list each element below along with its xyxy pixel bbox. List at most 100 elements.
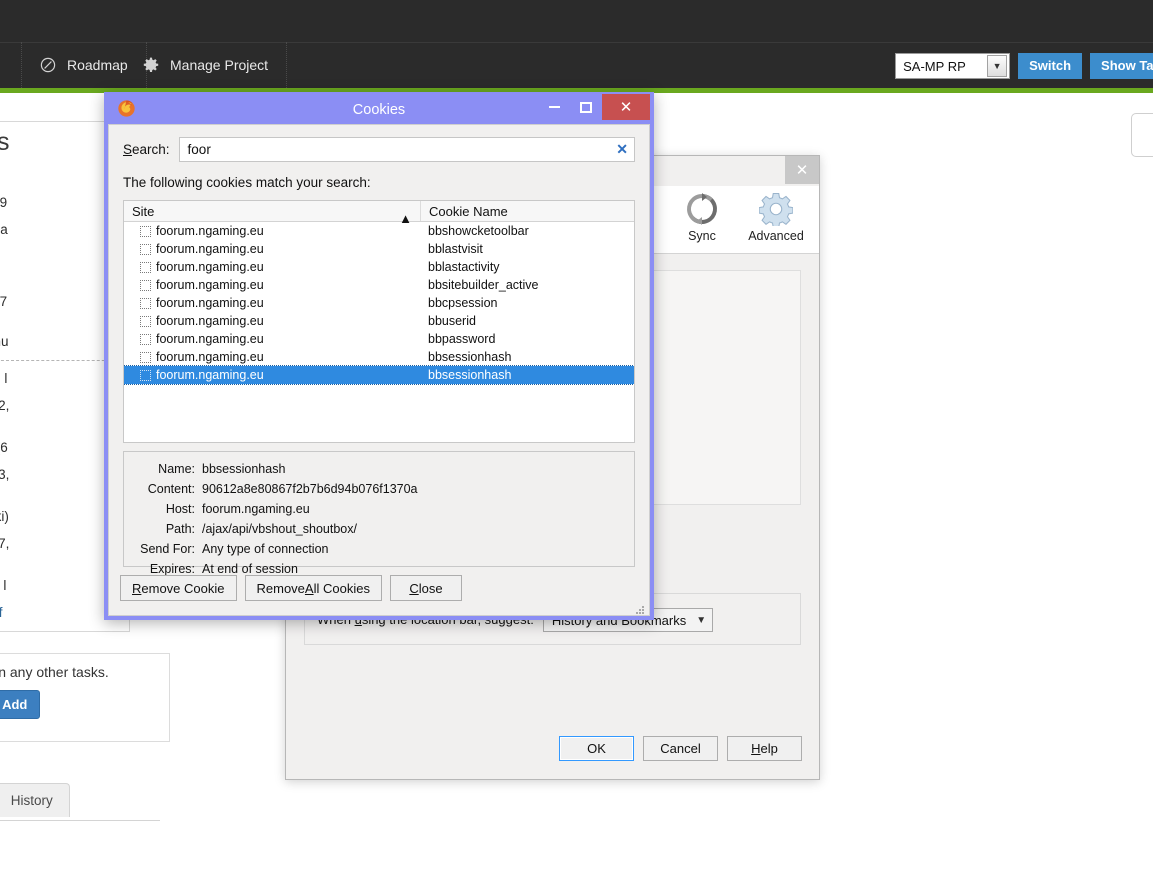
cell-cookie-name: bblastactivity xyxy=(428,260,500,274)
table-row[interactable]: foorum.ngaming.eu bbsessionhash xyxy=(124,348,634,366)
table-row[interactable]: foorum.ngaming.eu bblastactivity xyxy=(124,258,634,276)
cell-cookie-name: bbcpsession xyxy=(428,296,498,310)
remove-all-cookies-button[interactable]: Remove All Cookies xyxy=(244,575,382,601)
cell-site: foorum.ngaming.eu xyxy=(124,296,420,310)
circle-slash-icon xyxy=(40,57,56,73)
cell-site: foorum.ngaming.eu xyxy=(124,368,420,382)
table-row[interactable]: foorum.ngaming.eu bbcpsession xyxy=(124,294,634,312)
sync-icon xyxy=(665,189,739,229)
table-row[interactable]: foorum.ngaming.eu bbpassword xyxy=(124,330,634,348)
checkbox-icon[interactable] xyxy=(140,279,151,291)
options-tab-sync[interactable]: Sync xyxy=(665,186,739,253)
app-header: Roadmap Manage Project SA-MP RP ▼ Switch… xyxy=(0,0,1153,88)
detail-row: Path: /ajax/api/vbshout_shoutbox/ xyxy=(124,519,624,539)
cell-site: foorum.ngaming.eu xyxy=(124,332,420,346)
add-button[interactable]: Add xyxy=(0,690,41,719)
cell-site: foorum.ngaming.eu xyxy=(124,260,420,274)
column-header-cookie-name[interactable]: Cookie Name xyxy=(420,201,634,221)
table-row[interactable]: foorum.ngaming.eu bbuserid xyxy=(124,312,634,330)
cookies-window-buttons: ✕ xyxy=(538,94,650,120)
search-input-value: foor xyxy=(187,142,211,157)
detail-label: Host: xyxy=(165,502,195,516)
cell-site: foorum.ngaming.eu xyxy=(124,242,420,256)
cell-site: foorum.ngaming.eu xyxy=(124,350,420,364)
checkbox-icon[interactable] xyxy=(140,333,151,345)
cancel-button[interactable]: Cancel xyxy=(643,736,718,761)
detail-label: Content: xyxy=(147,482,195,496)
cookies-search-row: Search: foor ✕ xyxy=(123,137,635,162)
close-icon[interactable]: ✕ xyxy=(785,156,819,184)
checkbox-icon[interactable] xyxy=(140,261,151,273)
cookies-hint: The following cookies match your search: xyxy=(123,175,371,190)
detail-row: Content: 90612a8e80867f2b7b6d94b076f1370a xyxy=(124,479,624,499)
cell-cookie-name: bbshowcketoolbar xyxy=(428,224,529,238)
cookie-details-panel: Name: bbsessionhash Content: 90612a8e80867f… xyxy=(123,451,635,576)
cell-site-text: foorum.ngaming.eu xyxy=(156,350,264,364)
checkbox-icon[interactable] xyxy=(140,243,151,255)
gear-icon xyxy=(739,189,813,229)
options-footer: OK Cancel Help xyxy=(559,736,802,761)
page-tabs: eminders (0) History xyxy=(0,783,70,817)
checkbox-icon[interactable] xyxy=(140,351,151,363)
show-task-button[interactable]: Show Task xyxy=(1090,53,1153,79)
detail-value: bbsessionhash xyxy=(202,462,286,476)
cell-site-text: foorum.ngaming.eu xyxy=(156,242,264,256)
options-tab-label: Advanced xyxy=(748,229,804,243)
table-row[interactable]: foorum.ngaming.eu bbshowcketoolbar xyxy=(124,222,634,240)
options-tab-advanced[interactable]: Advanced xyxy=(739,186,813,253)
table-row[interactable]: foorum.ngaming.eu bbsitebuilder_active xyxy=(124,276,634,294)
close-button[interactable]: Close xyxy=(389,575,462,601)
dependency-text: oes not depend on any other tasks. xyxy=(0,664,109,680)
cell-site-text: foorum.ngaming.eu xyxy=(156,224,264,238)
cookies-list[interactable]: Site ▲ Cookie Name foorum.ngaming.eu bbsh… xyxy=(123,200,635,443)
table-row[interactable]: foorum.ngaming.eu bblastvisit xyxy=(124,240,634,258)
cell-site-text: foorum.ngaming.eu xyxy=(156,368,264,382)
cell-cookie-name: bblastvisit xyxy=(428,242,483,256)
cell-cookie-name: bbsitebuilder_active xyxy=(428,278,539,292)
checkbox-icon[interactable] xyxy=(140,315,151,327)
detail-label: Path: xyxy=(165,522,195,536)
ok-button[interactable]: OK xyxy=(559,736,634,761)
detail-value: foorum.ngaming.eu xyxy=(202,502,310,516)
minimize-icon[interactable] xyxy=(538,94,570,120)
nav-item-manage-project[interactable]: Manage Project xyxy=(125,42,288,88)
firefox-icon xyxy=(117,99,136,118)
search-input[interactable]: foor ✕ xyxy=(178,137,635,162)
chevron-down-icon: ▼ xyxy=(696,614,707,626)
cell-cookie-name: bbuserid xyxy=(428,314,476,328)
help-button[interactable]: Help xyxy=(727,736,802,761)
cookies-dialog: Cookies ✕ Search: foor ✕ The following c… xyxy=(104,92,654,620)
detail-label: Name: xyxy=(158,462,195,476)
column-header-site[interactable]: Site ▲ xyxy=(124,201,420,226)
detail-row: Host: foorum.ngaming.eu xyxy=(124,499,624,519)
tab-history[interactable]: History xyxy=(0,783,70,817)
close-icon[interactable]: ✕ xyxy=(602,94,650,120)
cell-site: foorum.ngaming.eu xyxy=(124,314,420,328)
options-tab-label: Sync xyxy=(688,229,716,243)
tabs-underline xyxy=(0,820,160,821)
header-controls: SA-MP RP ▼ Switch Show Task xyxy=(895,53,1153,79)
project-select-value: SA-MP RP xyxy=(903,58,966,74)
cookie-details-list: Name: bbsessionhash Content: 90612a8e80867f… xyxy=(124,459,624,579)
right-edge-panel xyxy=(1131,113,1153,157)
cookies-list-header: Site ▲ Cookie Name xyxy=(124,201,634,226)
checkbox-icon[interactable] xyxy=(140,297,151,309)
cell-site-text: foorum.ngaming.eu xyxy=(156,260,264,274)
table-row[interactable]: foorum.ngaming.eu bbsessionhash xyxy=(124,365,634,385)
detail-value: 90612a8e80867f2b7b6d94b076f1370a xyxy=(202,482,418,496)
checkbox-icon[interactable] xyxy=(140,225,151,237)
sort-ascending-icon: ▲ xyxy=(399,211,412,226)
maximize-icon[interactable] xyxy=(570,94,602,120)
clear-x-icon[interactable]: ✕ xyxy=(616,141,628,158)
cell-site-text: foorum.ngaming.eu xyxy=(156,296,264,310)
cell-cookie-name: bbsessionhash xyxy=(428,350,512,364)
remove-cookie-button[interactable]: Remove Cookie xyxy=(120,575,237,601)
resize-grip-icon[interactable] xyxy=(635,602,645,614)
project-select[interactable]: SA-MP RP ▼ xyxy=(895,53,1011,79)
switch-button[interactable]: Switch xyxy=(1018,53,1083,79)
cell-cookie-name: bbpassword xyxy=(428,332,496,346)
checkbox-icon[interactable] xyxy=(140,369,151,381)
cookies-rows-container: foorum.ngaming.eu bbshowcketoolbar foorum.… xyxy=(124,222,634,385)
cookies-dialog-body: Search: foor ✕ The following cookies mat… xyxy=(108,124,650,616)
dependency-section: oes not depend on any other tasks. ency:… xyxy=(0,653,170,742)
